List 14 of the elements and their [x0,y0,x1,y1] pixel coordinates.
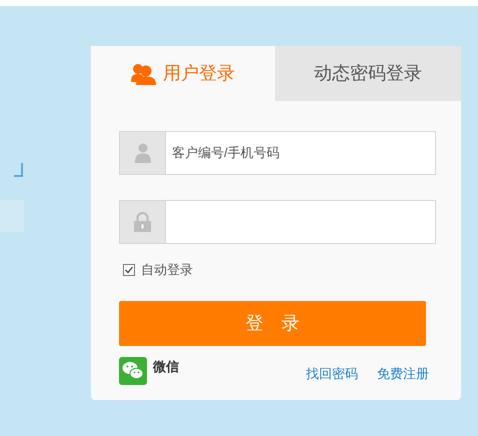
banner-bracket: 」 [12,150,38,180]
auto-login-label: 自动登录 [141,261,193,280]
footer-link[interactable]: 找回密码 [306,364,358,384]
wechat-label: 微信 [153,358,179,376]
password-field[interactable] [119,200,436,244]
auto-login-checkbox[interactable] [123,264,135,276]
footer-link[interactable]: 免费注册 [377,364,429,384]
person-icon [134,143,150,163]
lock-icon [134,212,151,232]
login-tab[interactable]: 动态密码登录 [275,46,461,101]
users-icon [131,62,157,84]
username-field[interactable]: 客户编号/手机号码 [119,131,436,175]
chat-bubbles-icon[interactable] [119,357,147,385]
login-button[interactable]: 登 录 [119,301,426,346]
